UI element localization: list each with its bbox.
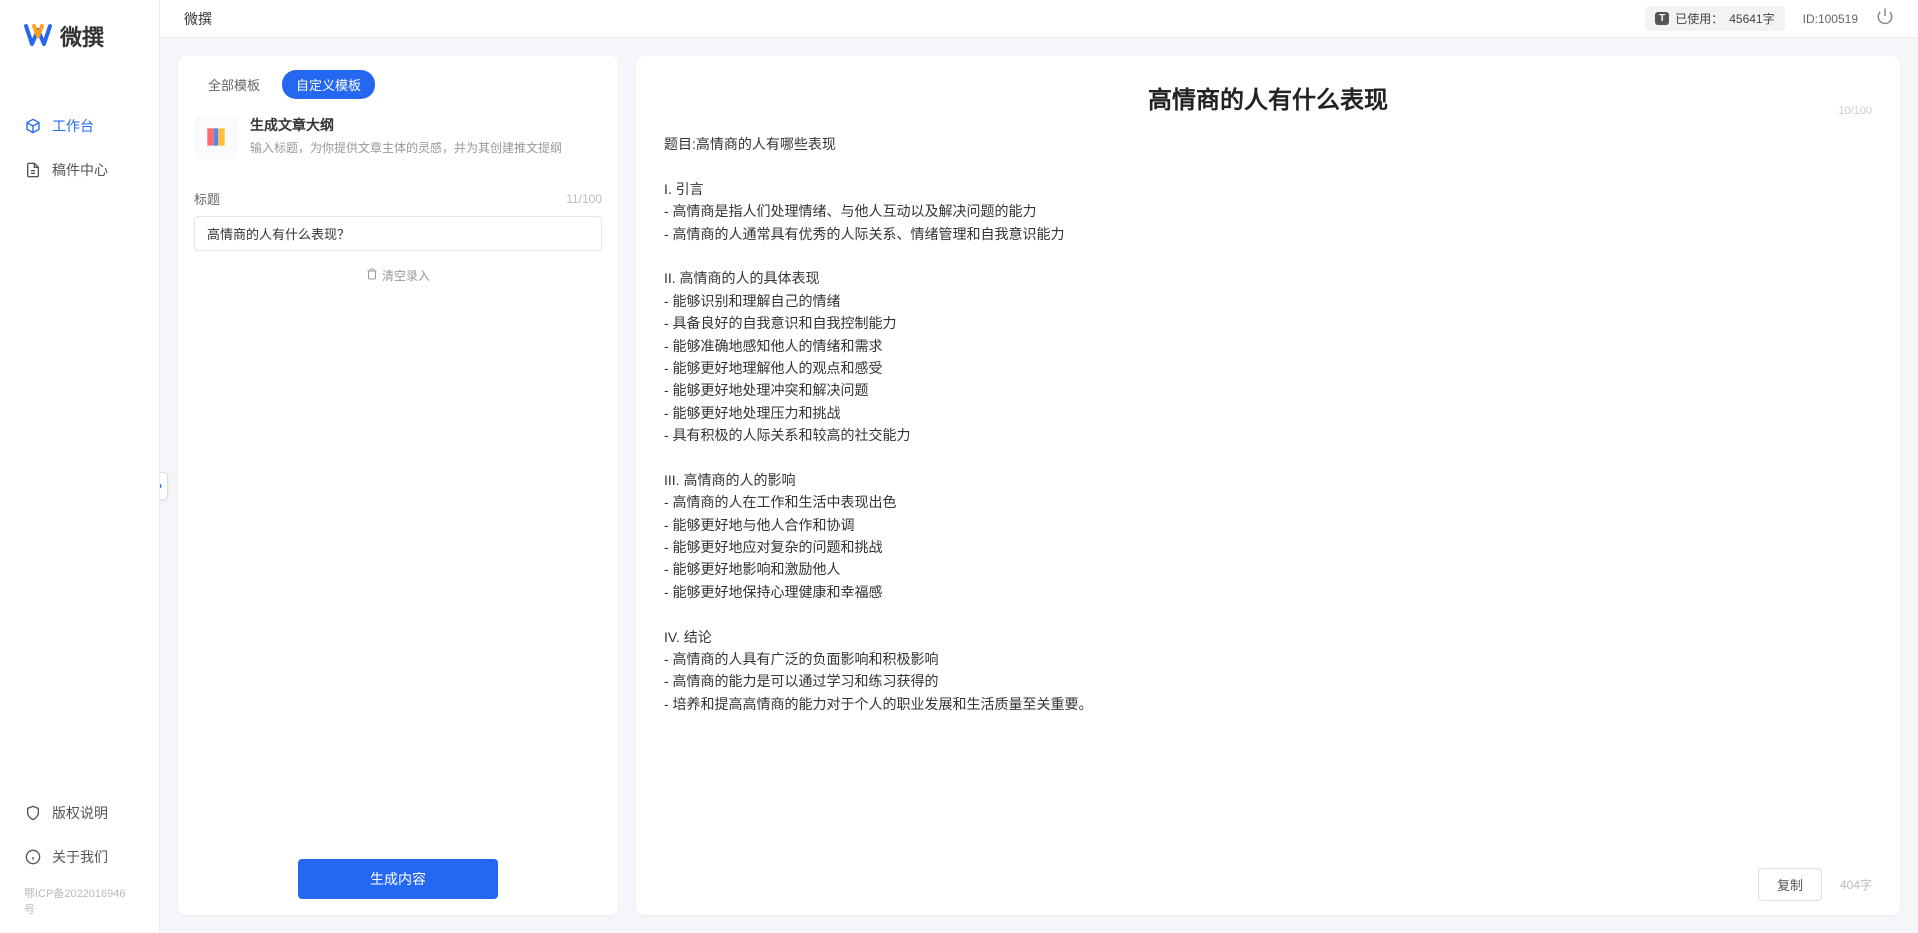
output-title[interactable]: 高情商的人有什么表现 bbox=[664, 80, 1872, 115]
icp-text: 鄂ICP备2022016946号 bbox=[0, 881, 159, 921]
clear-button[interactable]: 清空录入 bbox=[178, 251, 618, 300]
copy-button[interactable]: 复制 bbox=[1758, 868, 1822, 901]
output-panel: 高情商的人有什么表现 10/100 题目:高情商的人有哪些表现 I. 引言 - … bbox=[636, 56, 1900, 915]
usage-badge: T bbox=[1655, 12, 1669, 25]
nav-item-about[interactable]: 关于我们 bbox=[0, 837, 159, 877]
title-label: 标题 bbox=[194, 189, 220, 208]
usage-chip[interactable]: T 已使用： 45641字 bbox=[1645, 6, 1785, 31]
topbar-right: T 已使用： 45641字 ID:100519 bbox=[1645, 6, 1894, 31]
usage-label: 已使用： bbox=[1675, 10, 1723, 27]
main: 微撰 T 已使用：45641字 ID:100519 全部模板 自定 bbox=[160, 0, 1918, 933]
nav-item-drafts[interactable]: 稿件中心 bbox=[0, 150, 159, 190]
sidebar-bottom: 版权说明 关于我们 鄂ICP备2022016946号 bbox=[0, 777, 159, 933]
cube-icon bbox=[24, 117, 42, 135]
nav-label: 稿件中心 bbox=[52, 160, 108, 180]
power-icon[interactable] bbox=[1876, 7, 1894, 30]
shield-icon bbox=[24, 804, 42, 822]
output-footer: 复制 404字 bbox=[664, 858, 1872, 901]
word-count: 404字 bbox=[1840, 876, 1872, 893]
user-id: ID:100519 bbox=[1803, 12, 1858, 26]
trash-icon bbox=[366, 268, 378, 283]
nav-item-workbench[interactable]: 工作台 bbox=[0, 106, 159, 146]
topbar: 微撰 T 已使用： 45641字 ID:100519 bbox=[160, 0, 1918, 38]
nav: 工作台 稿件中心 bbox=[0, 72, 159, 777]
collapse-handle[interactable] bbox=[160, 472, 168, 500]
input-panel: 全部模板 自定义模板 生成文章大纲 输入标题，为你提供文章主体的灵感，并为其创建… bbox=[178, 56, 618, 915]
template-title: 生成文章大纲 bbox=[250, 115, 562, 135]
template-icon bbox=[194, 115, 238, 159]
sidebar: 微撰 工作台 稿件中心 版权说明 bbox=[0, 0, 160, 933]
title-input[interactable] bbox=[194, 216, 602, 251]
output-body[interactable]: 题目:高情商的人有哪些表现 I. 引言 - 高情商是指人们处理情绪、与他人互动以… bbox=[664, 133, 1872, 858]
logo-text: 微撰 bbox=[60, 20, 104, 52]
content: 全部模板 自定义模板 生成文章大纲 输入标题，为你提供文章主体的灵感，并为其创建… bbox=[160, 38, 1918, 933]
field-block: 标题 11/100 bbox=[178, 175, 618, 251]
output-title-counter: 10/100 bbox=[1838, 105, 1872, 117]
info-icon bbox=[24, 848, 42, 866]
nav-label: 版权说明 bbox=[52, 803, 108, 823]
tab-custom-templates[interactable]: 自定义模板 bbox=[282, 70, 375, 99]
logo[interactable]: 微撰 bbox=[0, 0, 159, 72]
template-desc: 输入标题，为你提供文章主体的灵感，并为其创建推文提纲 bbox=[250, 139, 562, 156]
template-card: 生成文章大纲 输入标题，为你提供文章主体的灵感，并为其创建推文提纲 bbox=[178, 109, 618, 175]
nav-label: 关于我们 bbox=[52, 847, 108, 867]
usage-value: 45641字 bbox=[1729, 10, 1774, 27]
nav-label: 工作台 bbox=[52, 116, 94, 136]
file-icon bbox=[24, 161, 42, 179]
page-title: 微撰 bbox=[184, 9, 212, 29]
nav-item-copyright[interactable]: 版权说明 bbox=[0, 793, 159, 833]
tab-row: 全部模板 自定义模板 bbox=[178, 56, 618, 109]
logo-icon bbox=[24, 22, 52, 50]
title-counter: 11/100 bbox=[566, 192, 602, 206]
tab-all-templates[interactable]: 全部模板 bbox=[194, 70, 274, 99]
clear-label: 清空录入 bbox=[382, 267, 430, 284]
generate-button[interactable]: 生成内容 bbox=[298, 859, 498, 899]
